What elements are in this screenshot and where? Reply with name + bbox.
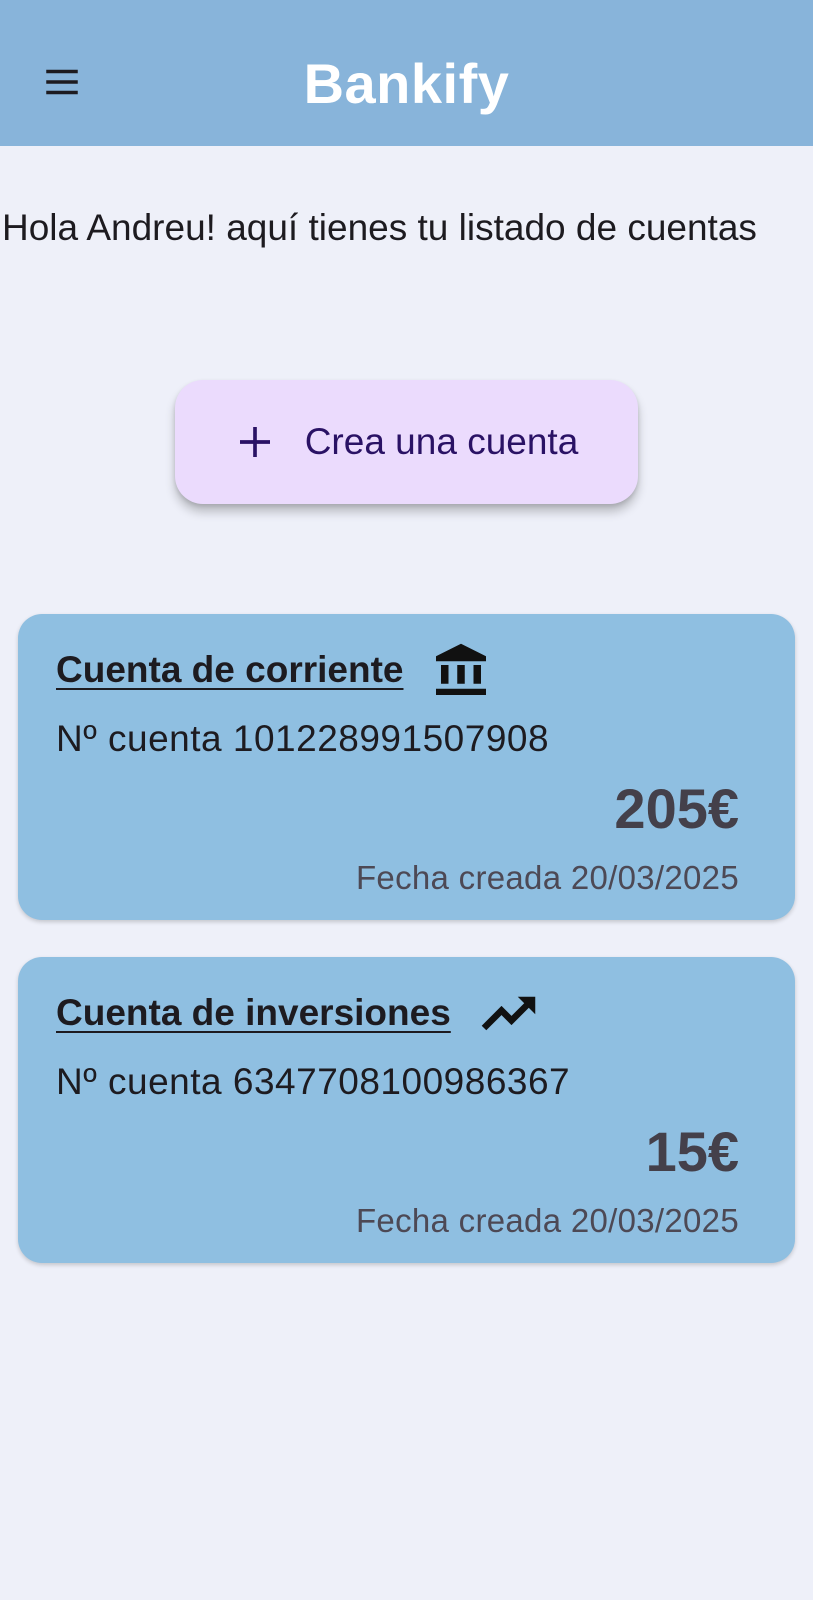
account-number: Nº cuenta 101228991507908 [56,718,550,759]
create-account-button[interactable]: Crea una cuenta [175,380,638,504]
account-balance: 205€ [614,777,739,840]
account-title-row: Cuenta de corriente [56,640,491,700]
app-title: Bankify [303,51,510,115]
account-card[interactable]: Cuenta de inversiones Nº cuenta 63477081… [18,957,795,1263]
app-bar: Bankify [0,0,813,146]
trending-up-icon [481,996,536,1031]
bank-icon [436,643,487,695]
account-title-row: Cuenta de inversiones [56,983,539,1043]
account-title: Cuenta de inversiones [56,992,451,1033]
account-title: Cuenta de corriente [56,649,404,690]
account-number: Nº cuenta 6347708100986367 [56,1061,571,1102]
hamburger-menu-icon [46,69,78,95]
account-created-date: Fecha creada 20/03/2025 [355,1202,739,1239]
account-card[interactable]: Cuenta de corriente Nº cuenta 1012289915… [18,614,795,920]
plus-icon [239,427,270,457]
greeting-text: Hola Andreu! aquí tienes tu listado de c… [2,207,757,248]
account-balance: 15€ [645,1120,739,1183]
menu-button[interactable] [30,50,94,114]
account-created-date: Fecha creada 20/03/2025 [355,859,739,896]
create-account-label: Crea una cuenta [304,421,579,462]
